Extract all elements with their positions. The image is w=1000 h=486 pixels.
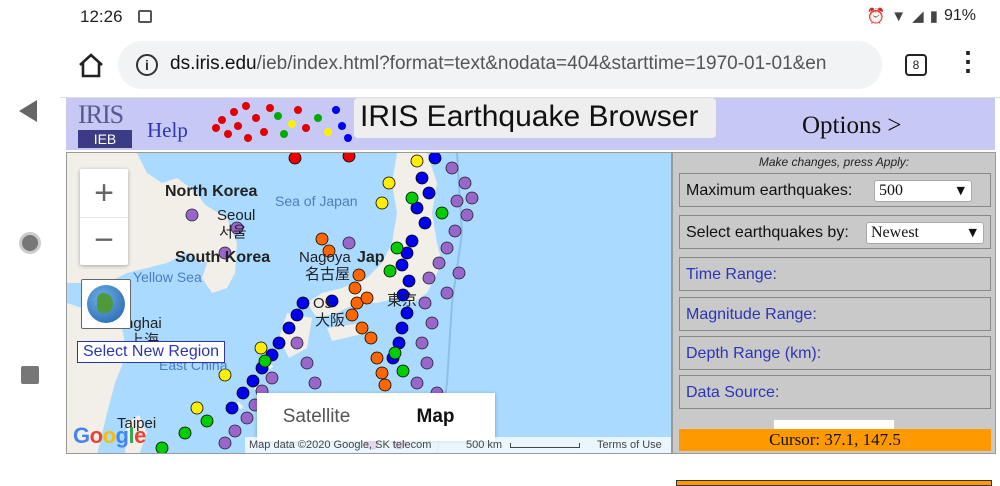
header-quake-graphic (208, 98, 354, 148)
select-by-row: Select earthquakes by: Newest ▼ (679, 215, 991, 249)
options-link[interactable]: Options > (802, 112, 902, 140)
data-source-row[interactable]: Data Source: (679, 375, 991, 409)
label-tokyo-jp: 東京 (387, 292, 418, 309)
system-nav-bar (0, 96, 60, 486)
status-icons: ⏰ ▼ ◢ ▮ 91% (867, 7, 976, 25)
google-logo[interactable]: Google (73, 423, 146, 449)
select-by-label: Select earthquakes by: (686, 224, 849, 241)
magnitude-range-row[interactable]: Magnitude Range: (679, 297, 991, 331)
max-quakes-row: Maximum earthquakes: 500 ▼ (679, 173, 991, 207)
label-osaka-jp: 大阪 (315, 312, 346, 329)
magnitude-range-link[interactable]: Magnitude Range: (686, 306, 817, 324)
help-link[interactable]: Help (147, 118, 188, 143)
max-quakes-value: 500 (879, 182, 903, 199)
alarm-icon: ⏰ (866, 8, 886, 25)
ieb-header: IRIS IEB Help IRIS Earthquake Browser Op… (66, 98, 995, 150)
earthquake-map[interactable]: North Korea Sea of Japan Seoul 서울 South … (66, 152, 672, 454)
data-source-link[interactable]: Data Source: (686, 384, 779, 402)
logo-sub: IEB (78, 130, 132, 148)
iris-logo[interactable]: IRIS IEB (66, 98, 138, 148)
max-quakes-select[interactable]: 500 ▼ (874, 180, 972, 202)
depth-range-link[interactable]: Depth Range (km): (686, 345, 821, 363)
map-type-control: Satellite Map (257, 393, 495, 441)
max-quakes-label: Maximum earthquakes: (686, 182, 853, 199)
label-sea-of-japan: Sea of Japan (275, 193, 358, 209)
select-by-select[interactable]: Newest ▼ (866, 222, 984, 244)
panel-hint: Make changes, press Apply: (758, 155, 910, 169)
home-circle-icon[interactable] (19, 232, 41, 254)
url-host: ds.iris.edu (170, 53, 257, 74)
map-button[interactable]: Map (376, 393, 495, 441)
info-icon[interactable]: i (136, 54, 158, 76)
home-button[interactable] (76, 50, 106, 80)
zoom-controls: + − (80, 169, 128, 265)
battery-icon: ▮ (929, 8, 938, 25)
depth-range-row[interactable]: Depth Range (km): (679, 336, 991, 370)
label-nagoya-jp: 名古屋 (305, 266, 351, 283)
time-range-row[interactable]: Time Range: (679, 257, 991, 291)
overflow-menu-icon[interactable]: ⋮ (955, 48, 981, 74)
cursor-readout: Cursor: 37.1, 147.5 (679, 429, 991, 451)
zoom-out-button[interactable]: − (80, 217, 128, 265)
attribution-text[interactable]: Map data ©2020 Google, SK telecom (249, 437, 431, 453)
page-title: IRIS Earthquake Browser (360, 100, 699, 133)
wifi-icon: ▼ (891, 7, 907, 25)
select-by-value: Newest (871, 224, 919, 241)
header-quake-dots (212, 102, 352, 142)
scale-bar (510, 443, 580, 448)
label-south-korea: South Korea (175, 249, 271, 266)
battery-percent: 91% (943, 7, 976, 24)
quakes-red (288, 153, 356, 165)
globe-button[interactable] (81, 279, 131, 329)
map-attribution: Map data ©2020 Google, SK telecom 500 km… (245, 437, 671, 453)
label-north-korea: North Korea (165, 183, 258, 200)
recents-icon[interactable] (21, 366, 39, 384)
label-yellow-sea: Yellow Sea (133, 269, 202, 285)
url-text[interactable]: ds.iris.edu/ieb/index.html?format=text&n… (170, 53, 826, 75)
label-seoul-ko: 서울 (219, 224, 247, 241)
satellite-button[interactable]: Satellite (257, 393, 376, 441)
time-range-link[interactable]: Time Range: (686, 266, 777, 284)
bottom-orange-bar (676, 480, 992, 486)
scale-label: 500 km (466, 439, 503, 451)
status-time: 12:26 (80, 7, 123, 26)
image-icon (138, 10, 152, 23)
browser-toolbar: i ds.iris.edu/ieb/index.html?format=text… (60, 34, 1000, 98)
control-panel: Make changes, press Apply: Maximum earth… (672, 152, 996, 454)
home-icon (79, 53, 103, 78)
select-region-button[interactable]: Select New Region (77, 341, 226, 363)
logo-text: IRIS (78, 100, 124, 129)
web-page: IRIS IEB Help IRIS Earthquake Browser Op… (60, 98, 1000, 486)
terms-link[interactable]: Terms of Use (597, 437, 662, 453)
zoom-in-button[interactable]: + (80, 169, 128, 217)
signal-icon: ◢ (912, 8, 924, 25)
url-path: /ieb/index.html?format=text&nodata=404&s… (256, 53, 827, 74)
apply-button-edge[interactable] (773, 419, 895, 429)
dropdown-arrow-icon: ▼ (968, 226, 977, 239)
url-bar[interactable]: i ds.iris.edu/ieb/index.html?format=text… (118, 41, 882, 89)
label-japan: Jap (357, 249, 385, 266)
globe-icon (87, 285, 125, 323)
dropdown-arrow-icon: ▼ (956, 184, 965, 197)
status-bar: 12:26 ⏰ ▼ ◢ ▮ 91% (0, 0, 1000, 34)
tab-switcher-button[interactable]: 8 (905, 54, 927, 76)
back-icon[interactable] (19, 100, 37, 122)
page-title-box: IRIS Earthquake Browser (354, 98, 716, 138)
